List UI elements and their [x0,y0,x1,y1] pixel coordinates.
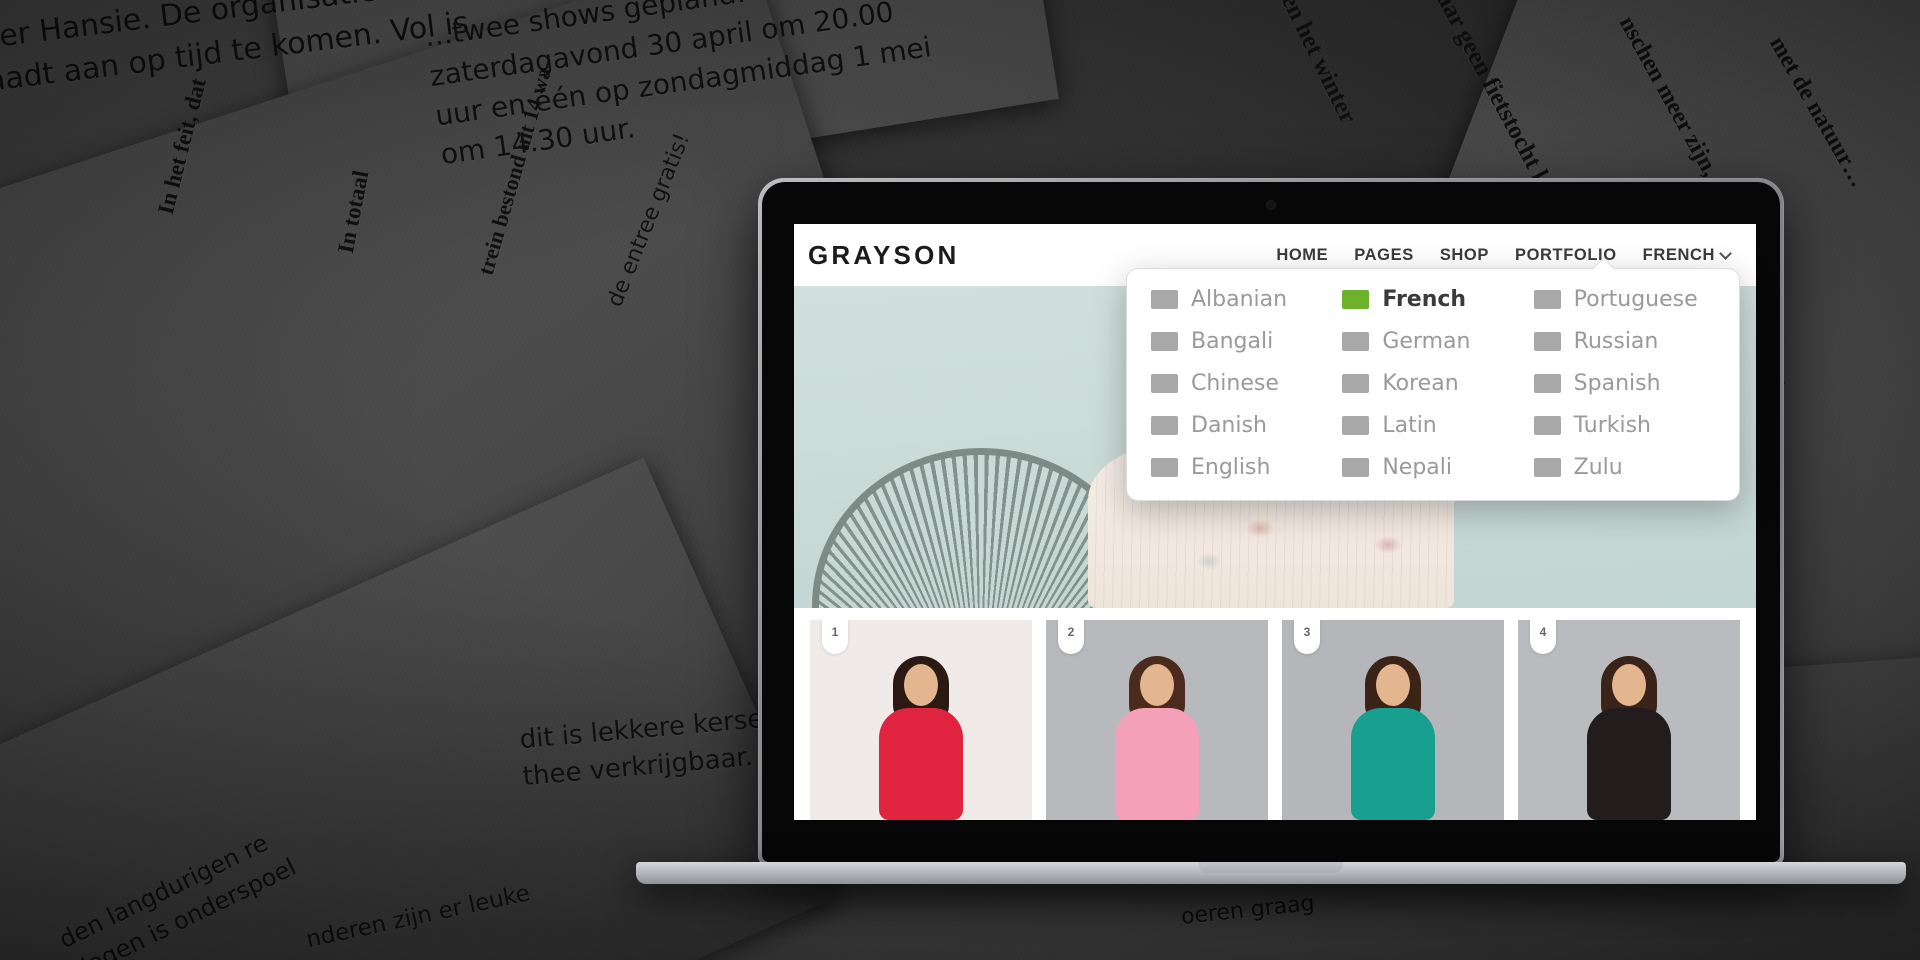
language-option-bangali[interactable]: Bangali [1151,329,1332,354]
checkbox-icon[interactable] [1342,416,1370,435]
language-option-english[interactable]: English [1151,455,1332,480]
checkbox-icon[interactable] [1533,374,1561,393]
checkbox-icon[interactable] [1151,416,1178,435]
thumbnail-number-badge: 2 [1058,620,1084,654]
language-label: Chinese [1191,371,1279,396]
language-label: French [1382,287,1467,312]
thumbnail-number-badge: 3 [1294,620,1320,654]
language-option-turkish[interactable]: Turkish [1533,413,1715,438]
product-thumbnail[interactable]: 3 [1282,620,1504,820]
nav-item-pages[interactable]: PAGES [1354,246,1414,265]
language-label: Albanian [1191,287,1288,312]
product-model [1105,652,1209,820]
model-head [1612,664,1646,706]
language-switcher-label: FRENCH [1642,245,1715,264]
language-label: Nepali [1382,455,1452,480]
webcam-icon [1267,201,1275,209]
language-label: Danish [1191,413,1267,438]
language-label: German [1382,329,1471,354]
checkbox-icon[interactable] [1533,332,1561,351]
dropdown-caret-icon [1593,258,1615,269]
model-head [904,664,938,706]
product-model [869,652,973,820]
language-dropdown-panel: Albanian French Portuguese Bangali Germa… [1126,268,1740,501]
model-dress [1115,708,1199,820]
language-switcher-button[interactable]: FRENCH [1643,246,1730,265]
thumbnail-number-badge: 4 [1530,620,1556,654]
language-label: Turkish [1573,413,1651,438]
model-head [1376,664,1410,706]
model-head [1140,664,1174,706]
laptop-base-notch [1199,862,1343,873]
language-label: Spanish [1573,371,1661,396]
language-option-korean[interactable]: Korean [1342,371,1523,396]
chevron-down-icon [1721,249,1730,258]
language-label: Russian [1573,329,1659,354]
language-option-portuguese[interactable]: Portuguese [1533,287,1715,312]
checkbox-icon[interactable] [1151,458,1178,477]
nav-item-home[interactable]: HOME [1276,246,1328,265]
language-option-spanish[interactable]: Spanish [1533,371,1715,396]
thumbnail-number-badge: 1 [822,620,848,654]
model-dress [1351,708,1435,820]
language-label: Latin [1382,413,1437,438]
checkbox-icon[interactable] [1342,458,1370,477]
site-logo[interactable]: GRAYSON [808,240,959,271]
language-label: Bangali [1191,329,1274,354]
product-thumbnail[interactable]: 2 [1046,620,1268,820]
screenshot-stage: …er Hansie. De organisatie raadt aan op … [0,0,1920,960]
checkbox-icon[interactable] [1342,374,1370,393]
checkbox-icon[interactable] [1342,332,1370,351]
language-label: Korean [1382,371,1459,396]
model-dress [879,708,963,820]
checkbox-icon[interactable] [1533,458,1561,477]
language-option-french[interactable]: French [1342,287,1523,312]
site-nav: HOME PAGES SHOP PORTFOLIO FRENCH [1276,246,1742,265]
language-grid: Albanian French Portuguese Bangali Germa… [1151,287,1715,480]
language-option-russian[interactable]: Russian [1533,329,1715,354]
language-label: Zulu [1573,455,1623,480]
language-option-german[interactable]: German [1342,329,1523,354]
language-label: English [1191,455,1271,480]
product-thumbnail-strip: 1 2 3 4 [794,608,1756,820]
checkbox-icon[interactable] [1151,332,1178,351]
product-thumbnail[interactable]: 1 [810,620,1032,820]
language-option-latin[interactable]: Latin [1342,413,1523,438]
product-model [1341,652,1445,820]
language-option-danish[interactable]: Danish [1151,413,1332,438]
nav-item-shop[interactable]: SHOP [1440,246,1489,265]
checkbox-icon[interactable] [1151,374,1178,393]
product-thumbnail[interactable]: 4 [1518,620,1740,820]
language-option-chinese[interactable]: Chinese [1151,371,1332,396]
language-option-zulu[interactable]: Zulu [1533,455,1715,480]
checkbox-icon[interactable] [1151,290,1178,309]
language-label: Portuguese [1573,287,1698,312]
language-option-nepali[interactable]: Nepali [1342,455,1523,480]
model-dress [1587,708,1671,820]
product-model [1577,652,1681,820]
checkbox-icon[interactable] [1533,416,1561,435]
checkbox-icon-checked[interactable] [1342,290,1370,309]
checkbox-icon[interactable] [1533,290,1561,309]
language-option-albanian[interactable]: Albanian [1151,287,1332,312]
